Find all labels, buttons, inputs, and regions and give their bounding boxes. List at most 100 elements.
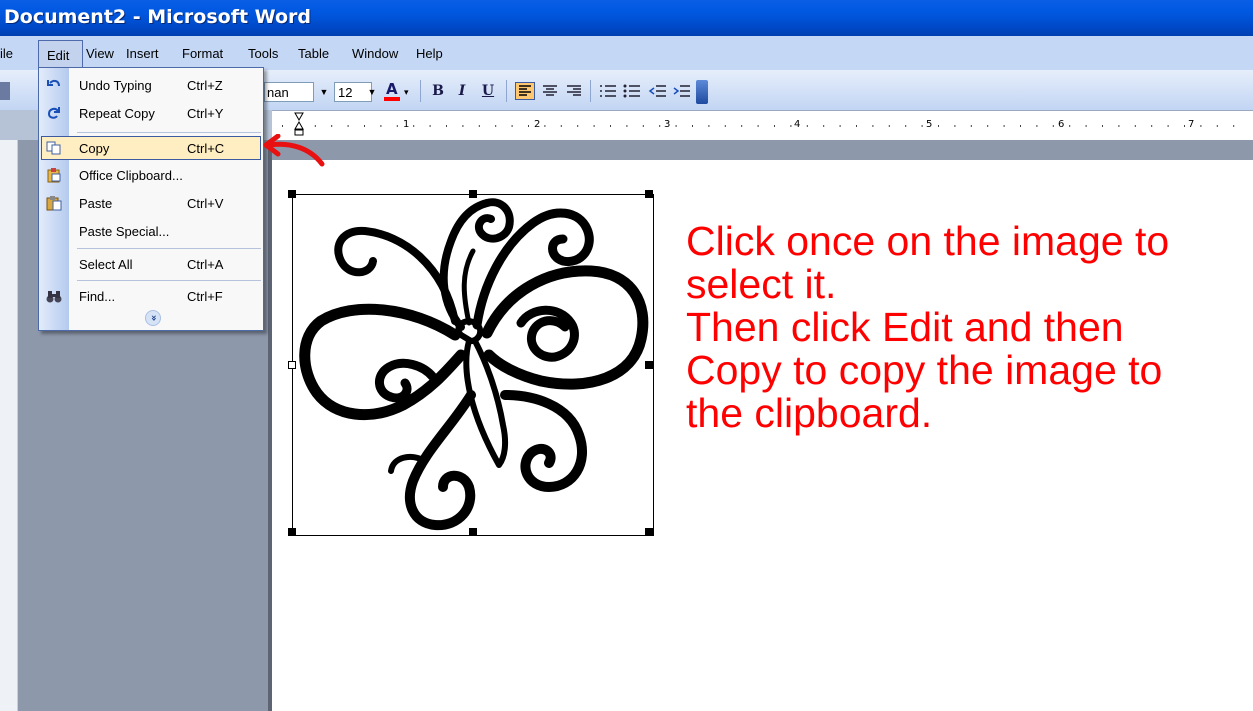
ruler-tick — [970, 125, 972, 127]
menu-edit[interactable]: Edit — [38, 40, 83, 68]
menu-table[interactable]: Table — [298, 46, 329, 61]
italic-button[interactable]: I — [452, 82, 472, 100]
font-color-dropdown[interactable]: ▾ — [404, 82, 414, 102]
menu-item-label: Paste Special... — [79, 224, 170, 239]
menu-file[interactable]: ile — [0, 46, 13, 61]
ruler-tick — [413, 125, 415, 127]
ruler-tick — [938, 125, 939, 127]
menu-separator — [77, 248, 261, 249]
menu-item-office-clipboard[interactable]: Office Clipboard... — [39, 162, 263, 189]
font-name-dropdown[interactable]: ▼ — [316, 82, 332, 102]
ruler-tick — [1052, 125, 1054, 127]
increase-indent-icon[interactable] — [672, 82, 692, 100]
butterfly-image[interactable] — [288, 190, 654, 536]
bullets-icon[interactable] — [622, 82, 642, 100]
ruler-tick — [1167, 125, 1169, 127]
ruler-tick — [314, 125, 316, 127]
menu-item-select-all[interactable]: Select All Ctrl+A — [39, 251, 263, 278]
menu-item-shortcut: Ctrl+Z — [187, 78, 223, 93]
ruler-tick — [839, 125, 841, 127]
ruler-tick — [921, 125, 923, 127]
instruction-line: Click once on the image to — [686, 218, 1170, 264]
ruler-tick — [462, 125, 464, 127]
resize-handle-bottom-right[interactable] — [645, 528, 653, 536]
menu-item-find[interactable]: Find... Ctrl+F — [39, 283, 263, 310]
ruler-tick — [1102, 125, 1103, 127]
menu-item-shortcut: Ctrl+Y — [187, 106, 224, 121]
resize-handle-top[interactable] — [469, 190, 477, 198]
menu-item-repeat-copy[interactable]: Repeat Copy Ctrl+Y — [39, 100, 263, 127]
menu-item-undo-typing[interactable]: Undo Typing Ctrl+Z — [39, 72, 263, 99]
ruler-tick — [692, 125, 693, 127]
menu-item-label: Select All — [79, 257, 133, 272]
ruler-tick — [511, 125, 513, 127]
font-color-button[interactable]: A — [381, 80, 403, 102]
font-name-box[interactable]: nan — [264, 82, 314, 102]
ruler-tick — [987, 125, 989, 127]
resize-handle-bottom-left[interactable] — [288, 528, 296, 536]
ruler-tick — [495, 125, 497, 127]
font-size-dropdown[interactable]: ▼ — [365, 82, 379, 102]
ruler-tick — [823, 125, 825, 127]
ruler-tick — [380, 125, 382, 127]
page-top-margin — [272, 140, 1253, 160]
binoculars-icon — [46, 288, 62, 304]
clipboard-icon — [46, 167, 62, 183]
expand-menu-chevron-icon[interactable]: » — [145, 310, 161, 326]
toolbar-options-chevron-icon[interactable] — [696, 80, 708, 104]
ruler-tick — [757, 125, 759, 127]
resize-handle-bottom[interactable] — [469, 528, 477, 536]
ruler-tick — [446, 125, 447, 127]
menu-item-paste-special[interactable]: Paste Special... — [39, 218, 263, 245]
menu-edit-label: Edit — [47, 48, 70, 63]
resize-handle-top-left[interactable] — [288, 190, 296, 198]
instruction-line: the clipboard. — [686, 390, 933, 436]
menu-item-label: Undo Typing — [79, 78, 152, 93]
bold-button[interactable]: B — [428, 82, 448, 100]
numbering-icon[interactable] — [598, 82, 618, 100]
menu-separator — [77, 132, 261, 133]
ruler-tick — [659, 125, 661, 127]
menu-view[interactable]: View — [86, 46, 114, 61]
underline-button[interactable]: U — [478, 82, 498, 100]
menu-help[interactable]: Help — [416, 46, 443, 61]
ruler-tick — [528, 125, 529, 127]
ruler-tick — [1118, 125, 1120, 127]
ruler-tick — [331, 125, 333, 127]
menu-item-label: Find... — [79, 289, 116, 304]
menu-item-label: Paste — [79, 196, 113, 211]
resize-handle-right[interactable] — [645, 361, 653, 369]
ruler-number: 2 — [534, 119, 541, 130]
menu-tools[interactable]: Tools — [248, 46, 278, 61]
ruler-tick — [741, 125, 743, 127]
ruler-tick — [1069, 125, 1071, 127]
ruler-tick — [1003, 125, 1005, 127]
menu-item-copy[interactable]: Copy Ctrl+C — [39, 135, 263, 162]
menu-item-shortcut: Ctrl+F — [187, 289, 223, 304]
ruler-tick — [1085, 125, 1087, 127]
decrease-indent-icon[interactable] — [648, 82, 668, 100]
menu-format[interactable]: Format — [182, 46, 223, 61]
window-title: Document2 - Microsoft Word — [4, 6, 311, 28]
ruler-number: 6 — [1058, 119, 1065, 130]
menu-bar: ile View Insert Format Tools Table Windo… — [0, 36, 1253, 70]
toolbar-left-icon[interactable] — [0, 82, 10, 100]
align-right-icon[interactable] — [564, 82, 584, 100]
repeat-icon — [46, 105, 62, 121]
menu-item-paste[interactable]: Paste Ctrl+V — [39, 190, 263, 217]
font-color-glyph: A — [386, 80, 398, 98]
ruler-tick — [1134, 125, 1136, 127]
ruler-tick — [593, 125, 595, 127]
ruler-tick — [905, 125, 907, 127]
menu-insert[interactable]: Insert — [126, 46, 159, 61]
resize-handle-left[interactable] — [288, 361, 296, 369]
menu-window[interactable]: Window — [352, 46, 398, 61]
horizontal-ruler[interactable]: 1 2 3 4 5 6 7 — [272, 110, 1253, 140]
align-center-icon[interactable] — [540, 82, 560, 100]
ruler-tick — [429, 125, 431, 127]
ruler-tick — [544, 125, 546, 127]
align-left-icon[interactable] — [515, 82, 535, 100]
resize-handle-top-right[interactable] — [645, 190, 653, 198]
ruler-number: 7 — [1188, 119, 1195, 130]
ruler-tick — [1020, 125, 1021, 127]
